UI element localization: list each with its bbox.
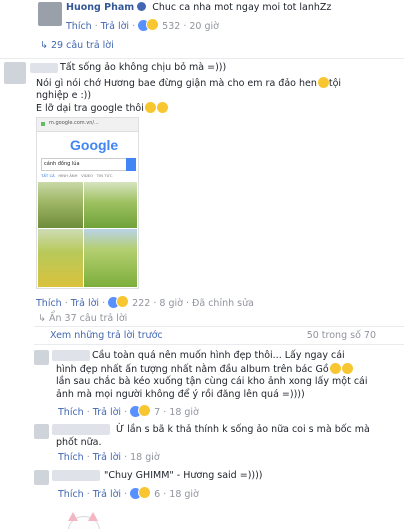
avatar[interactable] [34, 470, 49, 485]
browser-bar: m.google.com.vn/... [37, 118, 138, 132]
reply-line: Ừ lần s bã k thả thính k sống ảo nữa coi… [116, 424, 370, 435]
view-replies[interactable]: ↳ 29 câu trả lời [40, 40, 114, 51]
tab-video: VIDEO [81, 173, 94, 178]
laughing-emoji-icon [317, 77, 329, 88]
search-query: cánh đồng lúa [44, 161, 80, 167]
reply-text: "Chuy GHIMM" - Hương said =)))) [104, 470, 263, 481]
comment-line: E lỡ dại tra google thôi [36, 102, 168, 114]
search-box: cánh đồng lúa [41, 158, 128, 171]
commenter-name-blurred [52, 424, 110, 435]
like-button[interactable]: Thích [58, 407, 84, 418]
hide-replies-link[interactable]: Ẩn 37 câu trả lời [49, 313, 127, 324]
lock-icon [41, 122, 45, 126]
laughing-emoji-icon [341, 363, 353, 374]
replies-count-link[interactable]: 29 câu trả lời [51, 40, 114, 51]
reply-actions: Thích · Trả lời · 7 · 18 giờ [58, 404, 199, 418]
laughing-emoji-icon [144, 102, 156, 113]
reactions-icon [130, 404, 152, 418]
hide-replies[interactable]: ↳ Ẩn 37 câu trả lời [38, 313, 127, 324]
like-button[interactable]: Thích [58, 489, 84, 500]
avatar[interactable] [4, 62, 26, 84]
verified-icon [137, 2, 147, 11]
like-button[interactable]: Thích [36, 298, 62, 309]
reply-button[interactable]: Trả lời [101, 21, 129, 32]
reaction-count[interactable]: 7 [154, 407, 160, 418]
commenter-name-blurred [30, 63, 58, 73]
commenter-name-blurred [52, 470, 100, 481]
reply-button[interactable]: Trả lời [71, 298, 99, 309]
avatar[interactable] [38, 2, 62, 26]
reply-button[interactable]: Trả lời [93, 489, 121, 500]
reaction-count[interactable]: 532 [162, 21, 180, 32]
reply-line: hình đẹp nhất ấn tượng nhất nằm đầu albu… [56, 363, 353, 375]
top-comment: Huong Pham Chuc ca nha mot ngay moi tot … [66, 2, 396, 13]
reply-line: phốt nữa. [56, 437, 102, 448]
attached-photo[interactable]: m.google.com.vn/... Google cánh đồng lúa… [36, 117, 139, 289]
comment-text: Chuc ca nha mot ngay moi tot lanhZz [152, 2, 332, 13]
collapse-arrow-icon: ↳ [38, 313, 46, 324]
reaction-count[interactable]: 222 [132, 298, 150, 309]
timestamp[interactable]: 18 giờ [169, 407, 199, 418]
pagination-label: 50 trong số 70 [306, 330, 376, 341]
comment-line: Nói gì nói chớ Hương bae đừng giận mà ch… [36, 77, 342, 89]
avatar[interactable] [34, 350, 49, 365]
reply-actions: Thích · Trả lời · 6 · 18 giờ [58, 486, 199, 500]
reactions-icon [130, 486, 152, 500]
like-button[interactable]: Thích [58, 452, 84, 463]
reply-button[interactable]: Trả lời [93, 407, 121, 418]
tab-images: HÌNH ẢNH [58, 173, 78, 178]
search-button [126, 158, 136, 171]
commenter-name[interactable]: Huong Pham [66, 2, 134, 13]
reaction-count[interactable]: 6 [154, 489, 160, 500]
result-tile [84, 182, 137, 228]
result-tile [84, 229, 137, 287]
comment-actions: Thích · Trả lời · 532 · 20 giờ [66, 18, 219, 32]
reply-line: ảnh mà mọi người không để ý rồi đăng lên… [56, 389, 305, 400]
divider [34, 344, 404, 345]
divider [34, 326, 404, 327]
url-text: m.google.com.vn/... [49, 120, 99, 126]
avatar[interactable] [34, 424, 49, 439]
comment-actions: Thích · Trả lời · 222 · 8 giờ · Đã chỉnh… [36, 295, 254, 309]
reactions-icon [108, 295, 130, 309]
google-logo: Google [70, 137, 119, 153]
reply-arrow-icon: ↳ [40, 40, 48, 51]
timestamp[interactable]: 18 giờ [130, 452, 160, 463]
tab-all: TẤT CẢ [41, 173, 55, 178]
reactions-icon [138, 18, 160, 32]
reply-line: Cầu toàn quá nên muốn hình đẹp thôi... L… [92, 350, 345, 361]
result-tabs: TẤT CẢ HÌNH ẢNH VIDEO TIN TỨC [41, 173, 136, 178]
reply-actions: Thích · Trả lời · 18 giờ [58, 452, 160, 463]
view-previous-link[interactable]: Xem những trả lời trước [50, 330, 163, 341]
cat-sticker-avatar [64, 510, 102, 529]
laughing-emoji-icon [329, 363, 341, 374]
commenter-name-blurred [52, 350, 90, 361]
like-button[interactable]: Thích [66, 21, 92, 32]
divider [0, 58, 404, 59]
timestamp[interactable]: 20 giờ [189, 21, 219, 32]
comment-line: nghiệp e :)) [36, 90, 92, 101]
result-tile [38, 182, 83, 228]
timestamp[interactable]: 8 giờ [159, 298, 183, 309]
comment-line: Tất sống ảo không chịu bỏ mà =))) [60, 62, 227, 73]
edited-label[interactable]: Đã chỉnh sửa [192, 298, 254, 309]
tab-news: TIN TỨC [96, 173, 113, 178]
laughing-emoji-icon [156, 102, 168, 113]
reply-line: lần sau chắc bà kéo xuống tận cùng cái k… [56, 376, 368, 387]
result-tile [38, 229, 83, 287]
reply-button[interactable]: Trả lời [93, 452, 121, 463]
timestamp[interactable]: 18 giờ [169, 489, 199, 500]
